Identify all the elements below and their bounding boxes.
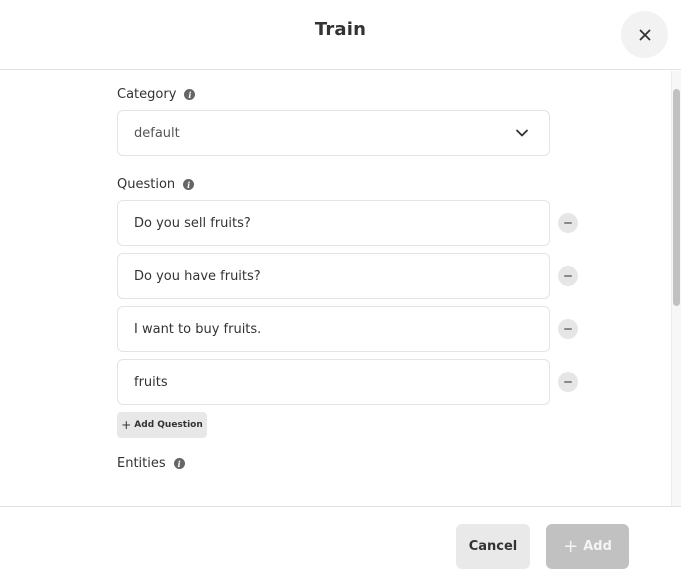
plus-icon: + (563, 535, 579, 557)
modal-title: Train (314, 19, 367, 40)
minus-icon (564, 222, 572, 224)
modal-header: Train (0, 0, 681, 70)
add-button[interactable]: + Add (546, 524, 629, 569)
scrollbar-thumb[interactable] (673, 89, 680, 306)
add-question-label: Add Question (134, 420, 203, 430)
minus-icon (564, 381, 572, 383)
add-question-button[interactable]: + Add Question (117, 412, 207, 438)
info-icon[interactable]: i (183, 179, 195, 190)
entities-label-text: Entities (117, 456, 166, 471)
question-row: Do you sell fruits? (117, 200, 587, 246)
close-button[interactable] (621, 11, 668, 58)
minus-icon (564, 275, 572, 277)
question-label: Question i (117, 177, 195, 192)
remove-question-button[interactable] (558, 266, 578, 286)
modal-body: Category i default Question i Do you sel… (0, 71, 681, 506)
entities-label: Entities i (117, 456, 185, 471)
question-input[interactable]: Do you sell fruits? (117, 200, 550, 246)
question-input[interactable]: fruits (117, 359, 550, 405)
question-row: Do you have fruits? (117, 253, 587, 299)
question-input[interactable]: Do you have fruits? (117, 253, 550, 299)
close-icon (639, 29, 650, 40)
remove-question-button[interactable] (558, 319, 578, 339)
train-modal: Train Category i default Question i Do y… (0, 0, 681, 580)
cancel-button[interactable]: Cancel (456, 524, 530, 569)
category-select[interactable]: default (117, 110, 550, 156)
info-icon[interactable]: i (184, 89, 196, 100)
category-label-text: Category (117, 87, 177, 102)
remove-question-button[interactable] (558, 213, 578, 233)
question-row: fruits (117, 359, 587, 405)
info-icon[interactable]: i (173, 458, 185, 469)
question-row: I want to buy fruits. (117, 306, 587, 352)
minus-icon (564, 328, 572, 330)
add-button-label: Add (583, 539, 612, 554)
remove-question-button[interactable] (558, 372, 578, 392)
modal-footer: Cancel + Add (0, 506, 681, 580)
category-label: Category i (117, 87, 196, 102)
question-label-text: Question (117, 177, 176, 192)
chevron-down-icon (516, 129, 528, 137)
category-select-value: default (134, 125, 180, 141)
question-input[interactable]: I want to buy fruits. (117, 306, 550, 352)
plus-icon: + (121, 418, 132, 432)
